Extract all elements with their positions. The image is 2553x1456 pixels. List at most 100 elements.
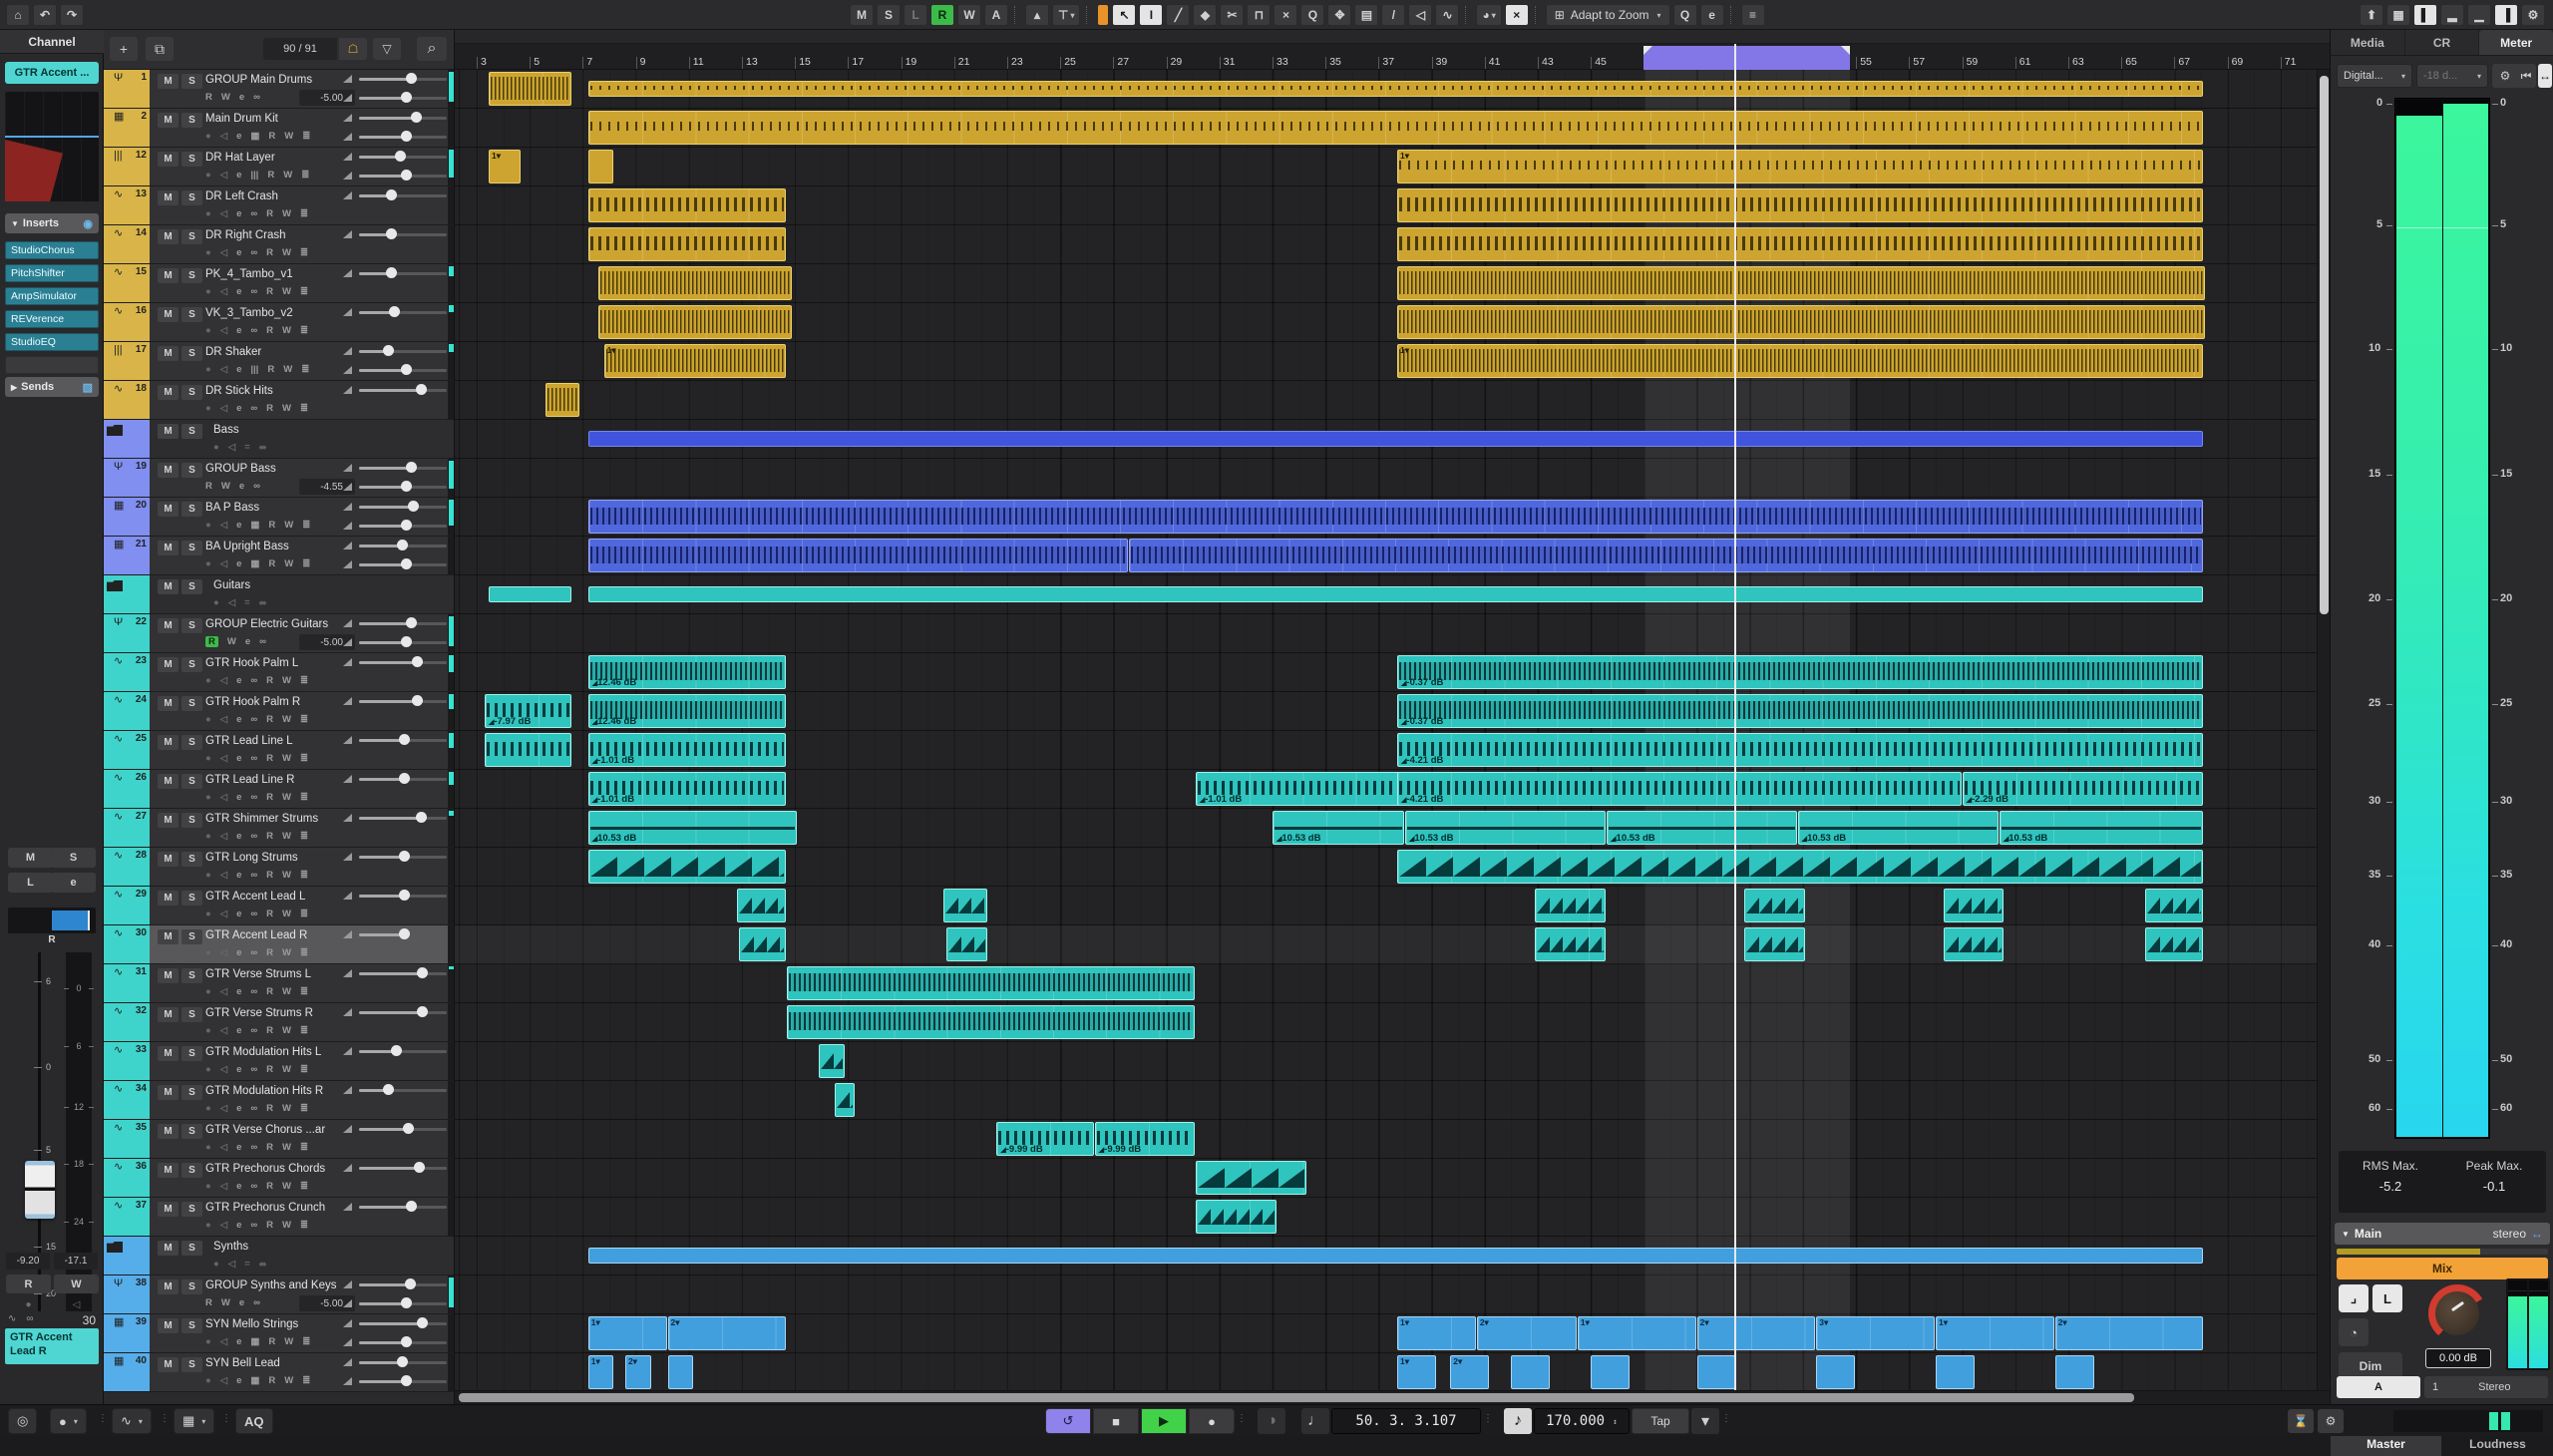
record-arm-icon[interactable]: ● (205, 403, 211, 414)
lanes-icon[interactable]: ≣ (302, 1336, 310, 1347)
read-button[interactable]: R (266, 986, 273, 997)
read-button[interactable]: R (266, 947, 273, 958)
folder-control-icon[interactable]: ● (213, 597, 219, 608)
output-channel-display[interactable]: 1Stereo (2424, 1376, 2548, 1398)
global-m-button[interactable]: M (850, 4, 874, 26)
read-button[interactable]: R (266, 325, 273, 336)
cycle-region[interactable] (1643, 46, 1849, 70)
record-mode-select[interactable]: ●▾ (50, 1408, 87, 1434)
inspector-tab-channel[interactable]: Channel (0, 30, 104, 54)
write-button[interactable]: W (282, 753, 291, 764)
slider-knob[interactable] (401, 1297, 412, 1308)
audio-event[interactable] (2055, 1355, 2094, 1389)
volume-slider[interactable] (343, 306, 447, 318)
audio-event[interactable]: 10.53 dB (1798, 811, 1999, 845)
monitor-icon[interactable]: ◁ (220, 1375, 227, 1386)
write-button[interactable]: W (282, 1103, 291, 1114)
monitor-icon[interactable]: ◁ (220, 1336, 227, 1347)
folder-control-icon[interactable]: = (244, 597, 250, 608)
edit-channel-icon[interactable]: e (236, 325, 241, 336)
monitor-icon[interactable]: ◁ (220, 558, 227, 569)
solo-button[interactable]: S (182, 1241, 202, 1256)
mute-button[interactable]: M (158, 346, 179, 361)
steady-click-icon[interactable]: ◎ (8, 1408, 37, 1434)
tempo-display[interactable]: 170.000↕ (1534, 1408, 1630, 1434)
audio-event[interactable] (2145, 889, 2203, 922)
slider-knob[interactable] (401, 364, 412, 375)
solo-button[interactable]: S (182, 1318, 202, 1333)
record-arm-icon[interactable]: ● (205, 986, 211, 997)
slider-knob[interactable] (401, 92, 412, 103)
write-button[interactable]: W (282, 1064, 291, 1075)
event-lane[interactable] (455, 614, 2330, 653)
record-arm-icon[interactable]: ● (205, 1375, 211, 1386)
track-row[interactable]: ∿30MSGTR Accent Lead R●◁e∞RW≣ (104, 925, 455, 964)
monitor-icon[interactable]: ◁ (220, 1181, 227, 1192)
slider-knob[interactable] (383, 345, 394, 356)
mute-button[interactable]: M (158, 1318, 179, 1333)
second-slider[interactable] (343, 1297, 447, 1309)
slider-knob[interactable] (406, 1201, 417, 1212)
audio-event[interactable]: -4.21 dB (1397, 772, 1962, 806)
folder-row-guitars[interactable]: MSGuitars●◁=⥈ (104, 575, 455, 614)
read-button[interactable]: R (266, 870, 273, 881)
write-automation-button[interactable]: W (54, 1274, 99, 1293)
slider-knob[interactable] (391, 1045, 402, 1056)
edit-channel-icon[interactable]: e (236, 131, 241, 142)
split-tool[interactable]: ✂ (1220, 4, 1244, 26)
volume-slider[interactable] (343, 617, 447, 629)
slider-knob[interactable] (399, 851, 410, 862)
monitor-icon[interactable]: ◁ (220, 792, 227, 803)
event-lane[interactable] (455, 1159, 2330, 1198)
audio-event[interactable]: 10.53 dB (1273, 811, 1404, 845)
mute-button[interactable]: M (158, 1007, 179, 1022)
audio-event[interactable] (588, 111, 2203, 145)
monitor-icon[interactable]: ◁ (220, 364, 227, 375)
solo-button[interactable]: S (182, 1357, 202, 1372)
mute-button[interactable]: M (158, 1357, 179, 1372)
record-arm-icon[interactable]: ● (205, 1336, 211, 1347)
write-button[interactable]: W (284, 1336, 293, 1347)
audio-event[interactable] (1936, 1355, 1975, 1389)
audio-event[interactable] (1697, 1355, 1736, 1389)
volume-slider[interactable] (343, 1045, 447, 1057)
record-arm-icon[interactable]: ● (205, 364, 211, 375)
quantize-button[interactable]: Q (1673, 4, 1697, 26)
edit-channel-icon[interactable]: e (236, 403, 241, 414)
slider-knob[interactable] (406, 462, 417, 473)
grid-type-select[interactable]: ⊞Adapt to Zoom▾ (1546, 4, 1670, 26)
slider-knob[interactable] (386, 189, 397, 200)
monitor-icon[interactable]: ◁ (220, 1142, 227, 1153)
lanes-icon[interactable]: ≣ (300, 714, 308, 725)
edit-channel-icon[interactable]: e (236, 1181, 241, 1192)
metronome-button[interactable]: ⌟ (2339, 1284, 2369, 1312)
track-row[interactable]: ∿34MSGTR Modulation Hits R●◁e∞RW≣ (104, 1081, 455, 1120)
solo-button[interactable]: S (182, 1163, 202, 1178)
audio-event[interactable]: -0.37 dB (1397, 655, 2203, 689)
slider-knob[interactable] (417, 1317, 428, 1328)
slider-knob[interactable] (412, 656, 423, 667)
solo-button[interactable]: S (182, 891, 202, 906)
lanes-icon[interactable]: ≣ (301, 364, 309, 375)
lanes-icon[interactable]: ≣ (300, 1103, 308, 1114)
mute-button[interactable]: M (158, 307, 179, 322)
record-arm-icon[interactable]: ● (205, 208, 211, 219)
audio-event[interactable] (819, 1044, 845, 1078)
volume-slider[interactable] (343, 1162, 447, 1174)
read-button[interactable]: R (266, 1220, 273, 1231)
mute-button[interactable]: M (158, 113, 179, 128)
lanes-icon[interactable]: ≣ (300, 1142, 308, 1153)
folder-control-icon[interactable]: ◁ (228, 1259, 235, 1270)
audio-event[interactable] (1591, 1355, 1630, 1389)
midi-keyboard-icon[interactable]: ▦ (2386, 4, 2410, 26)
volume-slider[interactable] (343, 384, 447, 396)
mute-button[interactable]: M (158, 1241, 179, 1256)
edit-channel-icon[interactable]: e (236, 170, 241, 181)
slider-knob[interactable] (412, 695, 423, 706)
event-lane[interactable] (455, 1198, 2330, 1237)
second-slider[interactable] (343, 364, 447, 376)
playhead-cursor[interactable] (1734, 44, 1736, 1392)
monitor-icon[interactable]: ◁ (220, 714, 227, 725)
write-button[interactable]: W (282, 325, 291, 336)
audio-event[interactable] (1397, 266, 2205, 300)
